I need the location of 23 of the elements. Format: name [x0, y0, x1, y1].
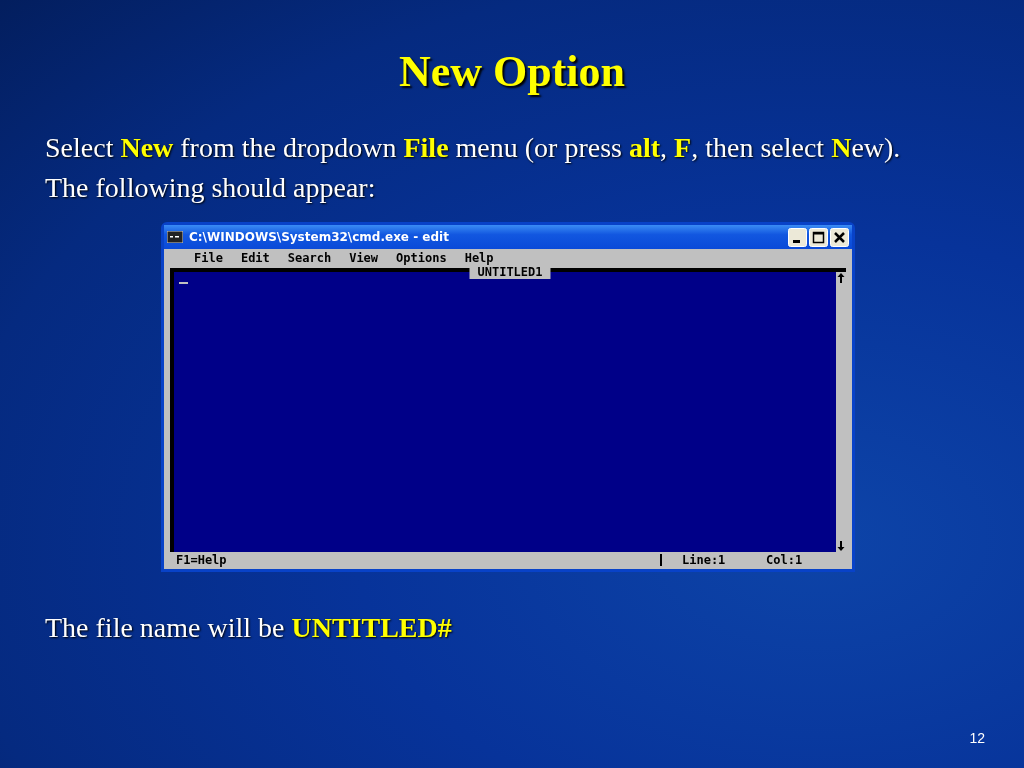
- status-hint: F1=Help: [175, 552, 228, 567]
- console-icon: [167, 231, 183, 243]
- instruction-text: Select New from the dropdown File menu (or press alt, F, then select New). The following should appear:: [45, 131, 902, 205]
- close-button[interactable]: [830, 227, 849, 247]
- scroll-down-icon[interactable]: [836, 540, 846, 552]
- scroll-up-icon[interactable]: [836, 272, 846, 284]
- minimize-button[interactable]: [788, 227, 807, 247]
- page-number: 12: [969, 730, 985, 746]
- menu-item[interactable]: Edit: [240, 251, 270, 265]
- menu-item[interactable]: File: [194, 251, 223, 265]
- text-cursor: [179, 282, 188, 284]
- line-indicator: Line:1: [682, 552, 727, 567]
- slide-title: New Option: [397, 46, 627, 98]
- menu-item[interactable]: Search: [287, 251, 332, 265]
- column-indicator: Col:1: [766, 552, 804, 567]
- menu-item[interactable]: View: [349, 251, 379, 265]
- note-text: The file name will be UNTITLED#: [45, 611, 453, 645]
- window-title: C:\WINDOWS\System32\cmd.exe - edit: [189, 230, 450, 244]
- scroll-bar[interactable]: [836, 272, 846, 552]
- maximize-button[interactable]: [809, 227, 828, 247]
- menu-item[interactable]: Help: [464, 251, 494, 265]
- menu-item[interactable]: Options: [396, 251, 447, 265]
- document-title: UNTITLED1: [469, 266, 551, 279]
